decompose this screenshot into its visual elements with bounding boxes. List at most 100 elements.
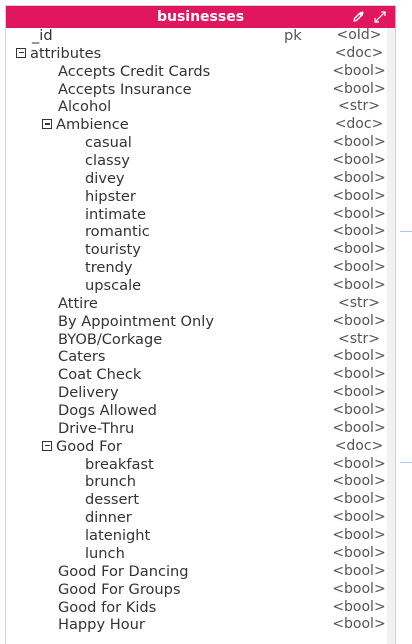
field-type: <bool> <box>332 152 386 169</box>
field-row[interactable]: brunch <bool> <box>0 473 386 491</box>
collapse-toggle-icon[interactable] <box>42 119 52 130</box>
field-row[interactable]: Caters <bool> <box>0 348 386 366</box>
field-row[interactable]: Good for Kids <bool> <box>0 598 386 617</box>
field-type: <bool> <box>332 80 386 97</box>
field-name: Caters <box>58 348 106 366</box>
field-name: By Appointment Only <box>58 312 214 330</box>
field-name: hipster <box>85 187 136 205</box>
field-row[interactable]: breakfast <bool> <box>0 456 386 474</box>
field-row[interactable]: _id pk <oId> <box>0 27 385 45</box>
diagram-canvas: businesses _id pk <oId> attributes <doc> Acce… <box>0 0 412 644</box>
field-name: romantic <box>85 223 150 241</box>
field-row[interactable]: Good For <doc> <box>0 438 385 456</box>
field-type: <bool> <box>332 598 386 615</box>
field-row[interactable]: Delivery <bool> <box>0 384 386 402</box>
field-type: <bool> <box>332 259 386 276</box>
field-row[interactable]: Good For Dancing <bool> <box>0 562 386 581</box>
field-type: <bool> <box>332 419 386 436</box>
field-row[interactable]: By Appointment Only <bool> <box>0 312 386 331</box>
field-type: <bool> <box>332 241 386 258</box>
field-type: <bool> <box>332 580 386 597</box>
field-name: Alcohol <box>58 98 112 116</box>
field-row[interactable]: classy <bool> <box>0 152 386 170</box>
field-name: Attire <box>58 294 98 312</box>
field-row[interactable]: upscale <bool> <box>0 277 386 295</box>
field-row[interactable]: intimate <bool> <box>0 206 386 224</box>
collapse-toggle-icon[interactable] <box>16 47 26 58</box>
field-row[interactable]: dessert <bool> <box>0 491 386 509</box>
field-name: divey <box>85 169 125 187</box>
field-name: Good for Kids <box>58 598 157 616</box>
field-row[interactable]: BYOB/Corkage <str> <box>0 331 385 349</box>
field-row[interactable]: divey <bool> <box>0 169 386 188</box>
panel-header[interactable]: businesses <box>6 6 395 28</box>
field-name: Coat Check <box>58 366 142 384</box>
primary-key-badge: pk <box>284 27 302 44</box>
field-row[interactable]: attributes <doc> <box>0 45 385 63</box>
field-row[interactable]: latenight <bool> <box>0 527 386 545</box>
field-name: dinner <box>85 509 132 527</box>
field-row[interactable]: trendy <bool> <box>0 259 386 277</box>
field-name: lunch <box>85 544 125 562</box>
field-row[interactable]: lunch <bool> <box>0 544 386 563</box>
field-type: <bool> <box>332 509 386 526</box>
expand-icon[interactable] <box>373 10 387 24</box>
edit-icon[interactable] <box>351 10 365 24</box>
field-row[interactable]: Alcohol <str> <box>0 98 385 116</box>
collapse-toggle-icon[interactable] <box>42 440 52 451</box>
field-row[interactable]: Dogs Allowed <bool> <box>0 402 386 420</box>
field-type: <doc> <box>334 437 384 454</box>
field-name: Good For Groups <box>58 580 181 598</box>
field-type: <bool> <box>332 205 386 222</box>
field-name: brunch <box>85 473 137 491</box>
field-type: <bool> <box>332 277 386 294</box>
field-name: Drive-Thru <box>58 419 135 437</box>
field-type: <bool> <box>332 348 386 365</box>
field-type: <bool> <box>332 473 386 490</box>
field-type: <doc> <box>334 44 384 61</box>
field-name: Good For Dancing <box>58 562 189 580</box>
field-type: <bool> <box>332 134 386 151</box>
field-name: BYOB/Corkage <box>58 330 163 348</box>
field-row[interactable]: Accepts Insurance <bool> <box>0 80 386 99</box>
field-row[interactable]: Good For Groups <bool> <box>0 580 386 599</box>
field-type: <bool> <box>332 384 386 401</box>
field-name: casual <box>85 134 132 152</box>
field-list: _id pk <oId> attributes <doc> Accepts Credit … <box>0 27 386 634</box>
field-row[interactable]: Accepts Credit Cards <bool> <box>0 62 386 81</box>
field-type: <str> <box>338 330 380 347</box>
field-type: <bool> <box>332 402 386 419</box>
field-name: latenight <box>85 527 151 545</box>
field-type: <bool> <box>332 527 386 544</box>
field-name: Accepts Credit Cards <box>58 62 211 80</box>
field-type: <bool> <box>332 223 386 240</box>
field-type: <bool> <box>332 616 386 633</box>
field-row[interactable]: Coat Check <bool> <box>0 366 386 384</box>
field-name: Dogs Allowed <box>58 402 157 420</box>
field-row[interactable]: touristy <bool> <box>0 241 386 259</box>
field-row[interactable]: Happy Hour <bool> <box>0 616 386 634</box>
field-type: <bool> <box>332 312 386 329</box>
field-row[interactable]: casual <bool> <box>0 134 386 152</box>
field-type: <bool> <box>332 62 386 79</box>
field-type: <bool> <box>332 366 386 383</box>
field-row[interactable]: Drive-Thru <bool> <box>0 419 386 438</box>
field-name: Happy Hour <box>58 616 145 634</box>
field-type: <str> <box>338 294 380 311</box>
field-name: dessert <box>85 491 140 509</box>
field-row[interactable]: dinner <bool> <box>0 509 386 527</box>
field-name: _id <box>32 27 53 44</box>
field-name: touristy <box>85 241 141 259</box>
field-type: <bool> <box>332 544 386 561</box>
field-type: <bool> <box>332 562 386 579</box>
field-name: classy <box>85 152 130 170</box>
field-name: Delivery <box>58 384 119 402</box>
field-row[interactable]: Ambience <doc> <box>0 116 385 134</box>
field-name: Accepts Insurance <box>58 80 192 98</box>
field-type: <oId> <box>336 27 382 43</box>
field-name: Good For <box>56 437 122 455</box>
field-type: <bool> <box>332 169 386 186</box>
field-row[interactable]: romantic <bool> <box>0 223 386 241</box>
field-row[interactable]: Attire <str> <box>0 295 385 313</box>
field-row[interactable]: hipster <bool> <box>0 187 386 206</box>
